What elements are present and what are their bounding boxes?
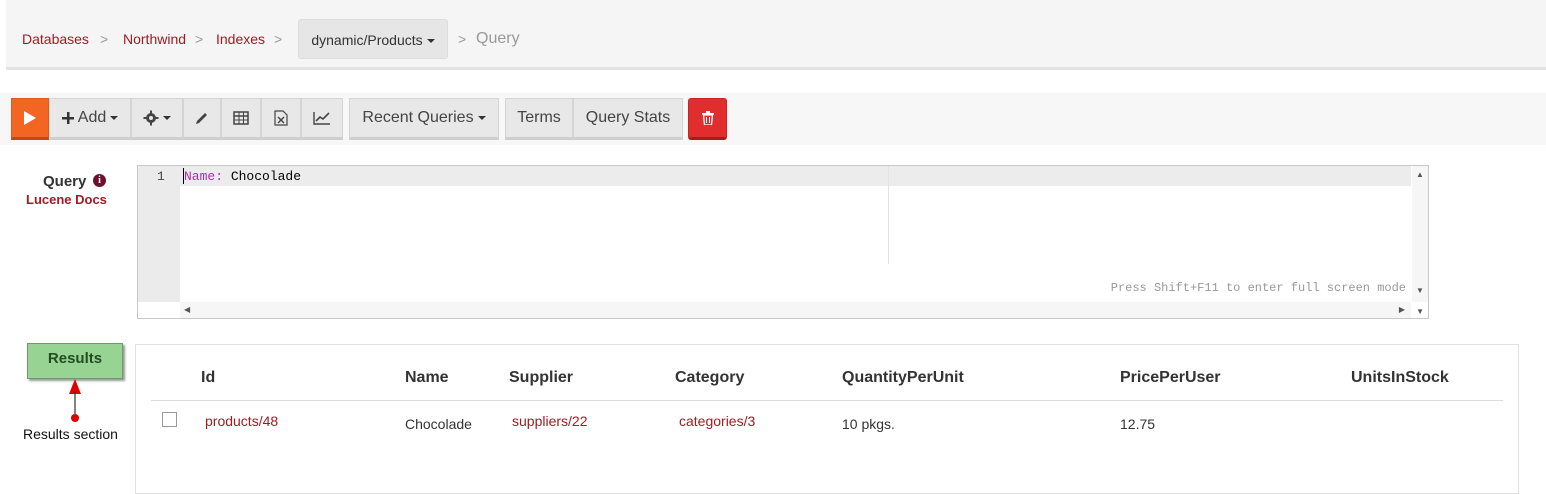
column-header-quantity-per-unit[interactable]: QuantityPerUnit [842, 369, 964, 387]
row-select-checkbox[interactable] [162, 412, 177, 427]
cell-category-link[interactable]: categories/3 [679, 413, 755, 429]
text-cursor [183, 168, 184, 184]
line-chart-icon [313, 112, 330, 125]
column-header-id[interactable]: Id [201, 369, 215, 387]
caret-down-icon [163, 116, 171, 120]
editor-gutter: 1 [138, 166, 180, 302]
column-header-name[interactable]: Name [405, 369, 449, 387]
query-field: Name: [184, 169, 224, 184]
results-label: Results [47, 350, 103, 367]
breadcrumb-separator: > [458, 31, 467, 47]
table-view-button[interactable] [221, 98, 261, 140]
info-icon[interactable]: i [93, 174, 106, 187]
query-text[interactable]: Name: Chocolade [184, 169, 301, 184]
pencil-icon [196, 113, 207, 124]
excel-export-icon [274, 110, 288, 126]
vertical-scrollbar[interactable]: ▲ ▼ [1412, 166, 1428, 302]
scroll-left-icon[interactable]: ◀ [184, 305, 190, 314]
query-value: Chocolade [223, 169, 302, 184]
scroll-right-icon[interactable]: ▶ [1399, 305, 1405, 314]
edit-button[interactable] [183, 98, 221, 140]
caret-down-icon [426, 39, 435, 44]
run-query-button[interactable] [11, 98, 49, 140]
fullscreen-hint: Press Shift+F11 to enter full screen mod… [1110, 281, 1406, 295]
terms-label: Terms [517, 109, 561, 126]
recent-queries-label: Recent Queries [362, 109, 474, 126]
cell-price-per-user: 12.75 [1120, 416, 1156, 432]
breadcrumb-databases[interactable]: Databases [22, 31, 89, 47]
table-icon [233, 111, 249, 125]
results-button[interactable]: Results [27, 343, 123, 379]
line-number: 1 [157, 169, 165, 184]
query-stats-button[interactable]: Query Stats [573, 98, 683, 140]
query-stats-label: Query Stats [585, 109, 671, 126]
chart-button[interactable] [301, 98, 343, 140]
column-header-price-per-user[interactable]: PricePerUser [1120, 369, 1221, 387]
settings-button[interactable] [131, 98, 183, 140]
query-label: Query [43, 173, 87, 190]
trash-icon [701, 111, 714, 125]
breadcrumb-current: Query [476, 30, 520, 47]
add-label: Add [77, 109, 107, 126]
active-line-highlight [180, 166, 1411, 186]
cell-name: Chocolade [405, 416, 472, 432]
scroll-down-icon[interactable]: ▼ [1416, 286, 1424, 295]
results-panel [135, 344, 1519, 494]
breadcrumb: Databases > Northwind > Indexes > dynami… [6, 0, 1546, 70]
export-excel-button[interactable] [261, 98, 301, 140]
cell-quantity-per-unit: 10 pkgs. [842, 416, 895, 432]
annotation-arrow-icon [69, 379, 81, 422]
breadcrumb-indexes[interactable]: Indexes [216, 31, 265, 47]
add-button[interactable]: Add [49, 98, 131, 140]
plus-icon [61, 112, 74, 124]
breadcrumb-separator: > [195, 31, 204, 47]
delete-button[interactable] [688, 98, 727, 140]
resize-chevron-icon[interactable]: ▼ [1416, 307, 1424, 316]
recent-queries-button[interactable]: Recent Queries [349, 98, 499, 140]
terms-button[interactable]: Terms [505, 98, 573, 140]
header-divider [151, 400, 1503, 401]
print-margin [888, 166, 889, 264]
cell-id-link[interactable]: products/48 [205, 413, 278, 429]
breadcrumb-northwind[interactable]: Northwind [123, 31, 186, 47]
caret-down-icon [110, 116, 119, 120]
query-editor[interactable]: 1 Name: Chocolade Press Shift+F11 to ent… [137, 165, 1429, 319]
lucene-docs-link[interactable]: Lucene Docs [26, 192, 107, 207]
breadcrumb-separator: > [274, 31, 283, 47]
cell-supplier-link[interactable]: suppliers/22 [512, 413, 588, 429]
column-header-category[interactable]: Category [675, 369, 744, 387]
play-icon [24, 111, 36, 125]
index-dropdown-button[interactable]: dynamic/Products [298, 19, 448, 59]
breadcrumb-separator: > [100, 31, 109, 47]
caret-down-icon [477, 116, 486, 120]
index-dropdown-label: dynamic/Products [311, 32, 423, 48]
column-header-supplier[interactable]: Supplier [509, 369, 573, 387]
scroll-up-icon[interactable]: ▲ [1416, 170, 1424, 179]
gear-icon [143, 110, 159, 126]
annotation-label: Results section [23, 426, 118, 442]
column-header-units-in-stock[interactable]: UnitsInStock [1351, 369, 1449, 387]
horizontal-scrollbar[interactable]: ◀ ▶ [180, 302, 1411, 318]
query-toolbar: Add Recent Queries Terms Query Stats [0, 93, 1546, 145]
